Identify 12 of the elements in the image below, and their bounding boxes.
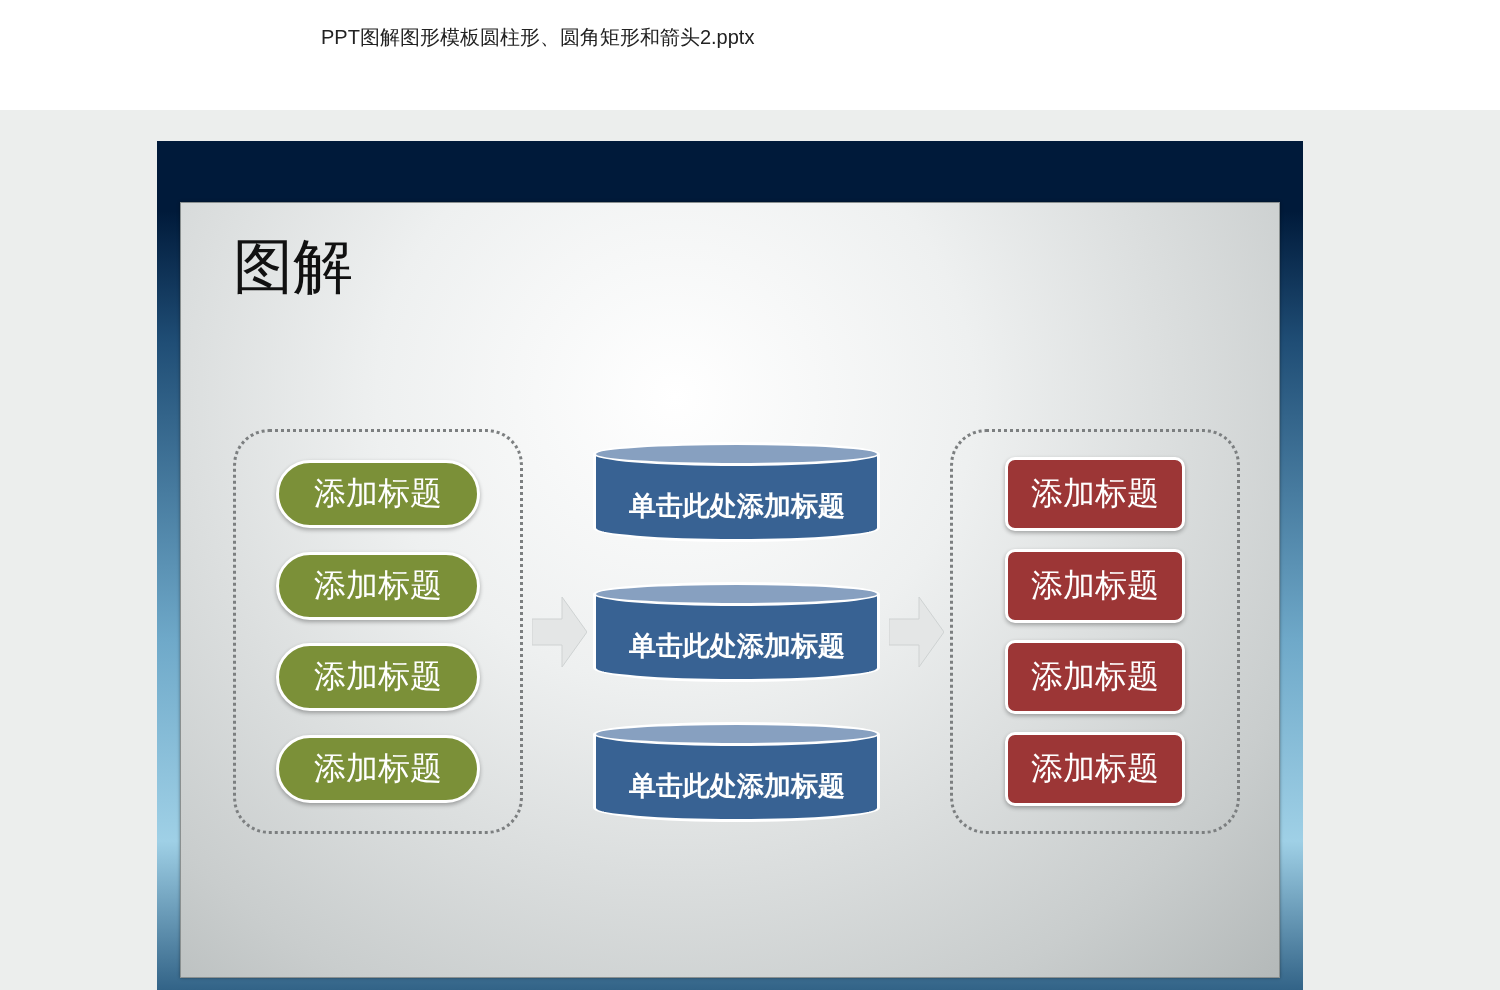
document-filename: PPT图解图形模板圆柱形、圆角矩形和箭头2.pptx — [321, 25, 755, 50]
rounded-rectangle-shape: 添加标题 — [1005, 548, 1185, 623]
pill-shape: 添加标题 — [276, 459, 480, 528]
block-arrow-icon — [889, 596, 944, 667]
rounded-rectangle-shape: 添加标题 — [1005, 732, 1185, 807]
pill-shape: 添加标题 — [276, 551, 480, 620]
block-arrow-icon — [532, 596, 587, 667]
pill-shape: 添加标题 — [276, 735, 480, 804]
rounded-rectangle-shape: 添加标题 — [1005, 640, 1185, 715]
rounded-rectangle-shape: 添加标题 — [1005, 456, 1185, 531]
pill-shape: 添加标题 — [276, 643, 480, 712]
slide-title: 图解 — [233, 233, 354, 299]
